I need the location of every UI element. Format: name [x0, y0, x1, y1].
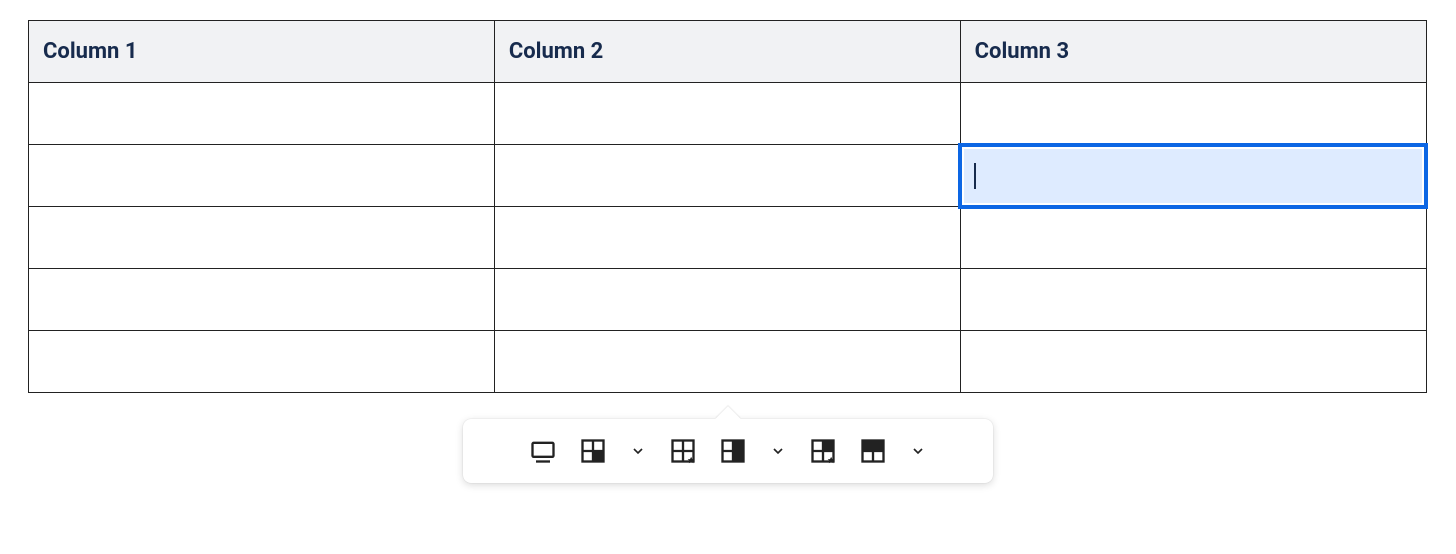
- toolbar-pointer-arrow: [715, 406, 740, 431]
- cell-options-button[interactable]: [579, 437, 607, 465]
- table-floating-toolbar: [463, 419, 993, 483]
- cell-options-dropdown[interactable]: [629, 442, 647, 460]
- column-insert-button[interactable]: [809, 437, 837, 465]
- table-column-icon: [719, 437, 747, 465]
- table-row-icon: [859, 437, 887, 465]
- table-cell[interactable]: [960, 83, 1426, 145]
- chevron-down-icon: [910, 443, 926, 459]
- table-cell[interactable]: [494, 145, 960, 207]
- column-options-dropdown[interactable]: [769, 442, 787, 460]
- table-cell[interactable]: [494, 269, 960, 331]
- row-insert-button[interactable]: [669, 437, 697, 465]
- chevron-down-icon: [770, 443, 786, 459]
- table-cell[interactable]: [29, 331, 495, 393]
- column-header-3[interactable]: Column 3: [960, 21, 1426, 83]
- table-cell[interactable]: [494, 83, 960, 145]
- table-row-star-icon: [669, 437, 697, 465]
- table-width-button[interactable]: [529, 437, 557, 465]
- table-cell-icon: [579, 437, 607, 465]
- row-options-button[interactable]: [859, 437, 887, 465]
- column-header-2[interactable]: Column 2: [494, 21, 960, 83]
- table-cell-selected[interactable]: [960, 145, 1426, 207]
- table-cell[interactable]: [960, 207, 1426, 269]
- data-table[interactable]: Column 1 Column 2 Column 3: [28, 20, 1428, 393]
- column-options-button[interactable]: [719, 437, 747, 465]
- table-cell[interactable]: [960, 269, 1426, 331]
- table-cell[interactable]: [29, 83, 495, 145]
- table-cell[interactable]: [29, 207, 495, 269]
- table-cell[interactable]: [29, 145, 495, 207]
- table-cell[interactable]: [29, 269, 495, 331]
- chevron-down-icon: [630, 443, 646, 459]
- table-cell[interactable]: [494, 331, 960, 393]
- table-cell[interactable]: [494, 207, 960, 269]
- table-cell[interactable]: [960, 331, 1426, 393]
- row-options-dropdown[interactable]: [909, 442, 927, 460]
- screen-icon: [529, 437, 557, 465]
- text-cursor: [974, 163, 976, 189]
- table-column-star-icon: [809, 437, 837, 465]
- column-header-1[interactable]: Column 1: [29, 21, 495, 83]
